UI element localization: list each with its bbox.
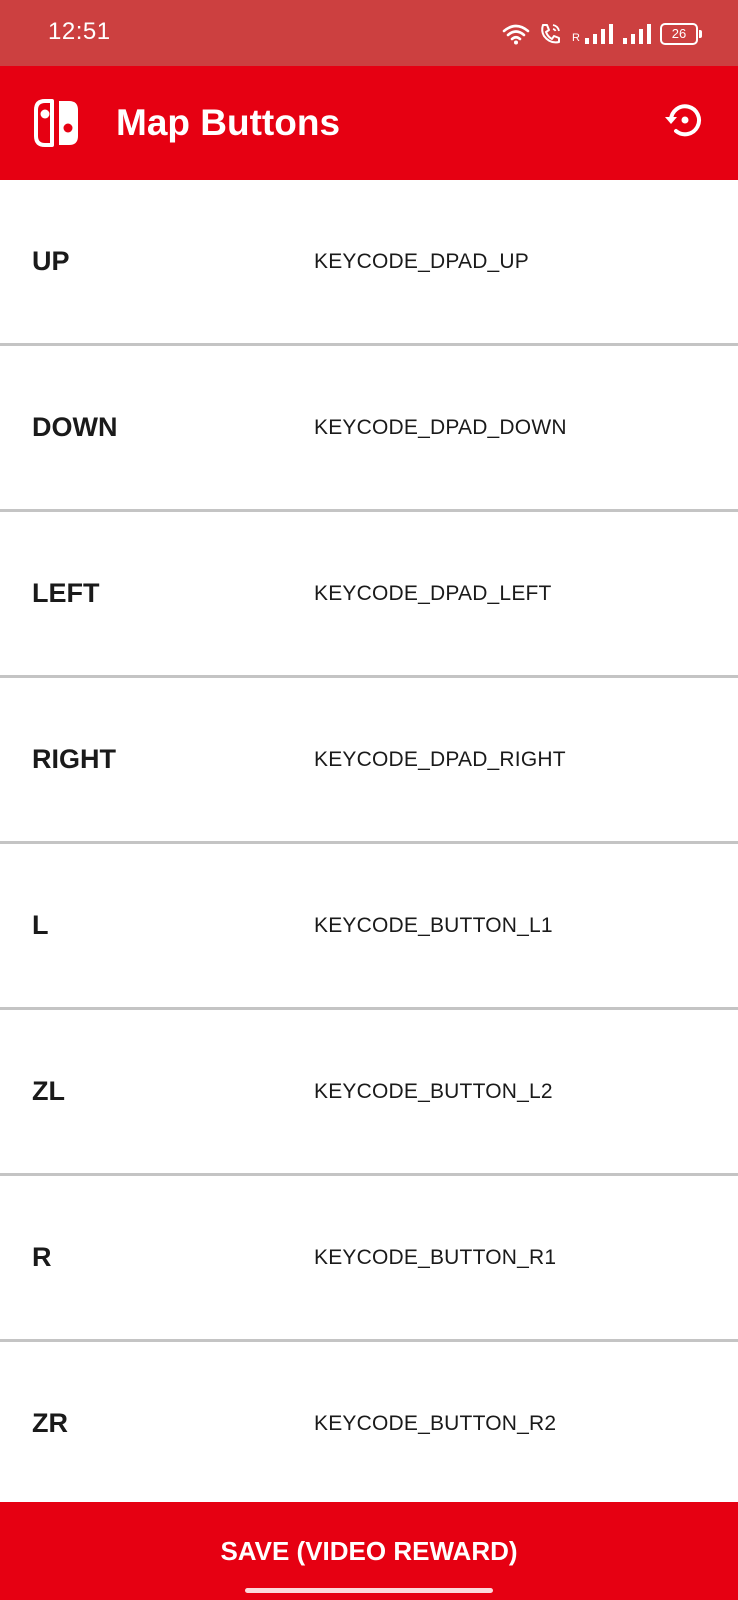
battery-icon: 26 bbox=[660, 23, 702, 45]
mapping-keycode: KEYCODE_BUTTON_R1 bbox=[314, 1245, 557, 1269]
restore-icon bbox=[662, 98, 706, 147]
mapping-label: DOWN bbox=[32, 412, 118, 442]
switch-console-icon bbox=[32, 98, 82, 153]
mapping-keycode: KEYCODE_BUTTON_L1 bbox=[314, 913, 553, 937]
mapping-row-l[interactable]: L KEYCODE_BUTTON_L1 bbox=[0, 844, 738, 1010]
save-video-reward-button[interactable]: SAVE (VIDEO REWARD) bbox=[0, 1502, 738, 1600]
mapping-keycode: KEYCODE_BUTTON_L2 bbox=[314, 1079, 553, 1103]
mapping-row-zr[interactable]: ZR KEYCODE_BUTTON_R2 bbox=[0, 1342, 738, 1508]
mapping-keycode: KEYCODE_DPAD_RIGHT bbox=[314, 747, 566, 771]
mapping-label: ZL bbox=[32, 1076, 65, 1106]
mapping-keycode: KEYCODE_DPAD_LEFT bbox=[314, 581, 552, 605]
mapping-label: RIGHT bbox=[32, 744, 116, 774]
mapping-row-up[interactable]: UP KEYCODE_DPAD_UP bbox=[0, 180, 738, 346]
status-bar: 12:51 R 26 bbox=[0, 0, 738, 66]
mapping-label: ZR bbox=[32, 1408, 68, 1438]
home-indicator[interactable] bbox=[245, 1588, 493, 1593]
mapping-label: UP bbox=[32, 246, 70, 276]
mapping-row-left[interactable]: LEFT KEYCODE_DPAD_LEFT bbox=[0, 512, 738, 678]
page-title: Map Buttons bbox=[116, 102, 341, 143]
mapping-keycode: KEYCODE_BUTTON_R2 bbox=[314, 1411, 557, 1435]
roaming-indicator: R bbox=[572, 32, 580, 44]
status-icons: R 26 bbox=[502, 20, 702, 48]
app-bar: Map Buttons bbox=[0, 66, 738, 180]
mapping-keycode: KEYCODE_DPAD_UP bbox=[314, 249, 530, 273]
mapping-row-r[interactable]: R KEYCODE_BUTTON_R1 bbox=[0, 1176, 738, 1342]
reset-mapping-button[interactable] bbox=[656, 94, 712, 150]
mapping-keycode: KEYCODE_DPAD_DOWN bbox=[314, 415, 567, 439]
mapping-row-right[interactable]: RIGHT KEYCODE_DPAD_RIGHT bbox=[0, 678, 738, 844]
mapping-label: L bbox=[32, 910, 49, 940]
mapping-row-zl[interactable]: ZL KEYCODE_BUTTON_L2 bbox=[0, 1010, 738, 1176]
volte-call-icon bbox=[538, 22, 564, 46]
signal-strength-icon bbox=[584, 23, 614, 45]
mapping-row-down[interactable]: DOWN KEYCODE_DPAD_DOWN bbox=[0, 346, 738, 512]
wifi-icon bbox=[502, 23, 530, 45]
status-time: 12:51 bbox=[48, 18, 111, 45]
button-mapping-list: UP KEYCODE_DPAD_UP DOWN KEYCODE_DPAD_DOW… bbox=[0, 180, 738, 1508]
mapping-label: R bbox=[32, 1242, 52, 1272]
mapping-label: LEFT bbox=[32, 578, 100, 608]
signal-strength-icon bbox=[622, 23, 652, 45]
